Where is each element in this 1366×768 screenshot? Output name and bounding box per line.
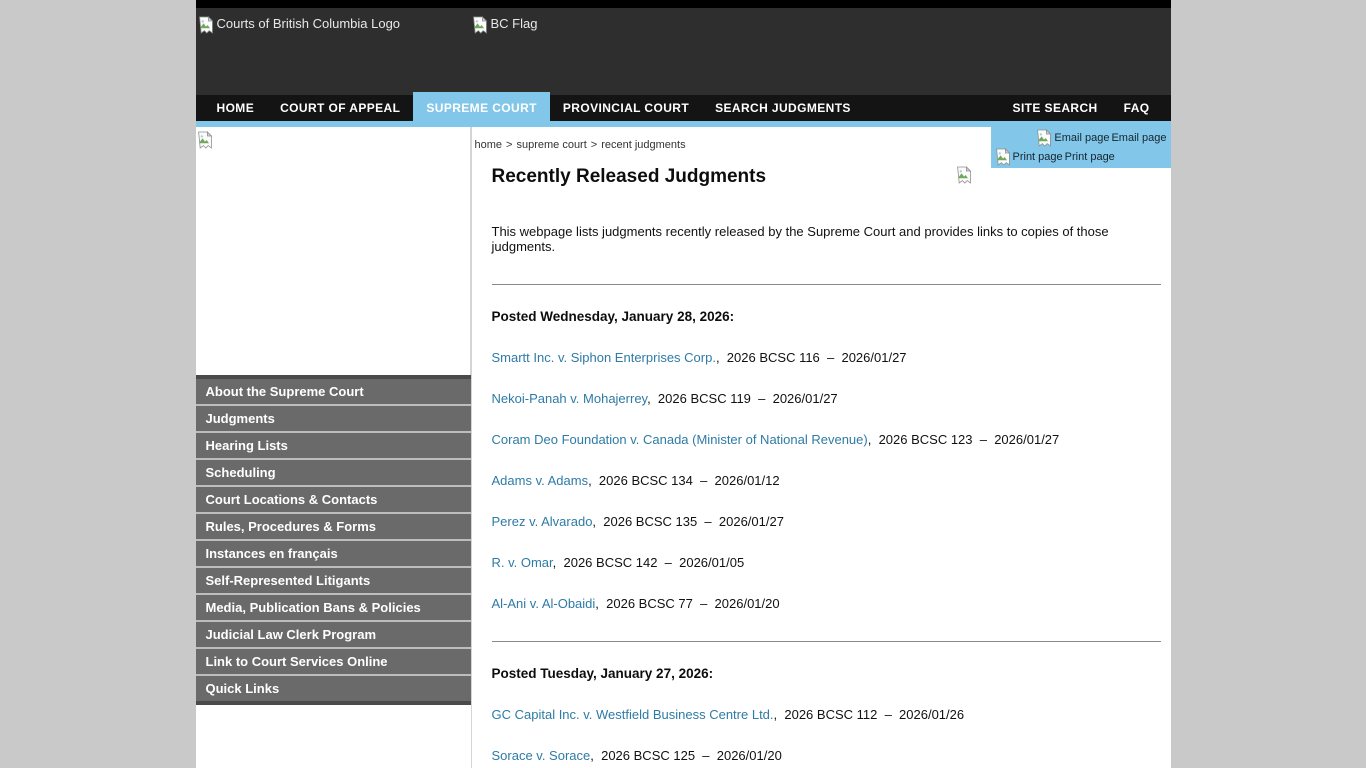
breadcrumb-separator: > — [506, 139, 512, 151]
site-header: Courts of British Columbia Logo BC Flag — [196, 8, 1171, 95]
section-divider — [492, 641, 1161, 642]
nav-left: HOMECOURT OF APPEALSUPREME COURTPROVINCI… — [204, 95, 864, 121]
email-alt-text: Email page — [1054, 131, 1109, 146]
sidebar-item-scheduling[interactable]: Scheduling — [196, 460, 471, 487]
judgment-link[interactable]: Al-Ani v. Al-Obaidi — [492, 596, 596, 611]
sidebar-item-court-locations-contacts[interactable]: Court Locations & Contacts — [196, 487, 471, 514]
sidebar-item-about-the-supreme-court[interactable]: About the Supreme Court — [196, 379, 471, 406]
judgment-citation: , 2026 BCSC 116 – 2026/01/27 — [716, 350, 907, 365]
breadcrumb-home[interactable]: home — [475, 139, 503, 151]
print-page-action[interactable]: Print page Print page — [995, 148, 1167, 166]
judgment-link[interactable]: Perez v. Alvarado — [492, 514, 593, 529]
broken-image-icon — [995, 148, 1011, 166]
judgment-citation: , 2026 BCSC 135 – 2026/01/27 — [592, 514, 784, 529]
judgment-entry: Coram Deo Foundation v. Canada (Minister… — [492, 432, 1161, 447]
breadcrumb-supreme-court[interactable]: supreme court — [516, 139, 586, 151]
sidebar-item-media-publication-bans-policies[interactable]: Media, Publication Bans & Policies — [196, 595, 471, 622]
judgment-link[interactable]: Coram Deo Foundation v. Canada (Minister… — [492, 432, 868, 447]
judgment-entry: Al-Ani v. Al-Obaidi, 2026 BCSC 77 – 2026… — [492, 596, 1161, 611]
main-content: home>supreme court>recent judgments Rece… — [471, 127, 1171, 768]
logo-alt-text: Courts of British Columbia Logo — [217, 16, 401, 31]
page-container: Courts of British Columbia Logo BC Flag … — [196, 0, 1171, 768]
judgment-citation: , 2026 BCSC 125 – 2026/01/20 — [590, 748, 782, 763]
nav-item-court-of-appeal[interactable]: COURT OF APPEAL — [267, 95, 413, 121]
print-alt-text: Print page — [1013, 150, 1063, 165]
judgment-link[interactable]: GC Capital Inc. v. Westfield Business Ce… — [492, 707, 774, 722]
posted-date-heading: Posted Wednesday, January 28, 2026: — [492, 309, 1161, 324]
intro-text: This webpage lists judgments recently re… — [492, 224, 1161, 254]
nav-item-supreme-court[interactable]: SUPREME COURT — [413, 92, 550, 121]
judgment-entry: Adams v. Adams, 2026 BCSC 134 – 2026/01/… — [492, 473, 1161, 488]
broken-image-icon — [1036, 129, 1052, 147]
title-row: Recently Released Judgments — [492, 166, 1161, 192]
judgment-entry: Perez v. Alvarado, 2026 BCSC 135 – 2026/… — [492, 514, 1161, 529]
nav-item-faq[interactable]: FAQ — [1111, 95, 1163, 121]
breadcrumb-recent-judgments[interactable]: recent judgments — [601, 139, 685, 151]
page-title: Recently Released Judgments — [492, 166, 1161, 188]
broken-image-icon — [472, 16, 488, 34]
judgment-citation: , 2026 BCSC 77 – 2026/01/20 — [595, 596, 779, 611]
bc-flag-image: BC Flag — [472, 16, 538, 34]
breadcrumb-separator: > — [591, 139, 597, 151]
judgment-sections: Posted Wednesday, January 28, 2026: Smart… — [492, 284, 1161, 768]
nav-item-home[interactable]: HOME — [204, 95, 268, 121]
broken-image-icon — [197, 131, 213, 149]
sidebar-item-link-to-court-services-online[interactable]: Link to Court Services Online — [196, 649, 471, 676]
top-black-bar — [196, 0, 1171, 8]
nav-item-provincial-court[interactable]: PROVINCIAL COURT — [550, 95, 702, 121]
sidebar-item-judicial-law-clerk-program[interactable]: Judicial Law Clerk Program — [196, 622, 471, 649]
page-actions-box: Email page Email page Print page Print p… — [991, 121, 1171, 168]
broken-image-icon — [198, 16, 214, 34]
nav-item-search-judgments[interactable]: SEARCH JUDGMENTS — [702, 95, 864, 121]
email-page-action[interactable]: Email page Email page — [995, 129, 1167, 147]
judgment-citation: , 2026 BCSC 112 – 2026/01/26 — [774, 707, 965, 722]
email-page-link[interactable]: Email page — [1111, 131, 1166, 146]
sidebar-item-rules-procedures-forms[interactable]: Rules, Procedures & Forms — [196, 514, 471, 541]
sidebar-item-self-represented-litigants[interactable]: Self-Represented Litigants — [196, 568, 471, 595]
sidebar-item-quick-links[interactable]: Quick Links — [196, 676, 471, 701]
judgment-citation: , 2026 BCSC 119 – 2026/01/27 — [647, 391, 838, 406]
judgment-entry: GC Capital Inc. v. Westfield Business Ce… — [492, 707, 1161, 722]
nav-right: SITE SEARCHFAQ — [1000, 95, 1163, 121]
judgment-citation: , 2026 BCSC 134 – 2026/01/12 — [588, 473, 780, 488]
judgment-entry: Nekoi-Panah v. Mohajerrey, 2026 BCSC 119… — [492, 391, 1161, 406]
broken-image-icon — [956, 166, 972, 184]
judgment-entry: R. v. Omar, 2026 BCSC 142 – 2026/01/05 — [492, 555, 1161, 570]
sidebar-item-hearing-lists[interactable]: Hearing Lists — [196, 433, 471, 460]
section-divider — [492, 284, 1161, 285]
sidebar: About the Supreme CourtJudgmentsHearing … — [196, 127, 471, 768]
sidebar-item-instances-en-fran-ais[interactable]: Instances en français — [196, 541, 471, 568]
flag-alt-text: BC Flag — [491, 16, 538, 31]
sidebar-item-judgments[interactable]: Judgments — [196, 406, 471, 433]
judgment-link[interactable]: Nekoi-Panah v. Mohajerrey — [492, 391, 648, 406]
judgment-entry: Smartt Inc. v. Siphon Enterprises Corp.,… — [492, 350, 1161, 365]
judgment-link[interactable]: Sorace v. Sorace — [492, 748, 591, 763]
judgment-link[interactable]: R. v. Omar — [492, 555, 553, 570]
judgment-link[interactable]: Smartt Inc. v. Siphon Enterprises Corp. — [492, 350, 716, 365]
browser-viewport: Courts of British Columbia Logo BC Flag … — [0, 0, 1366, 768]
nav-item-site-search[interactable]: SITE SEARCH — [1000, 95, 1111, 121]
judgment-citation: , 2026 BCSC 142 – 2026/01/05 — [553, 555, 745, 570]
judgment-entry: Sorace v. Sorace, 2026 BCSC 125 – 2026/0… — [492, 748, 1161, 763]
main-navigation: HOMECOURT OF APPEALSUPREME COURTPROVINCI… — [196, 95, 1171, 121]
content-area: About the Supreme CourtJudgmentsHearing … — [196, 127, 1171, 768]
sidebar-image-placeholder — [196, 127, 471, 375]
sidebar-menu: About the Supreme CourtJudgmentsHearing … — [196, 375, 471, 705]
posted-date-heading: Posted Tuesday, January 27, 2026: — [492, 666, 1161, 681]
print-page-link[interactable]: Print page — [1065, 150, 1115, 165]
title-image-placeholder — [956, 166, 972, 189]
judgment-citation: , 2026 BCSC 123 – 2026/01/27 — [868, 432, 1060, 447]
nav-spacer — [864, 95, 1000, 121]
courts-bc-logo[interactable]: Courts of British Columbia Logo — [198, 16, 401, 34]
judgment-link[interactable]: Adams v. Adams — [492, 473, 589, 488]
